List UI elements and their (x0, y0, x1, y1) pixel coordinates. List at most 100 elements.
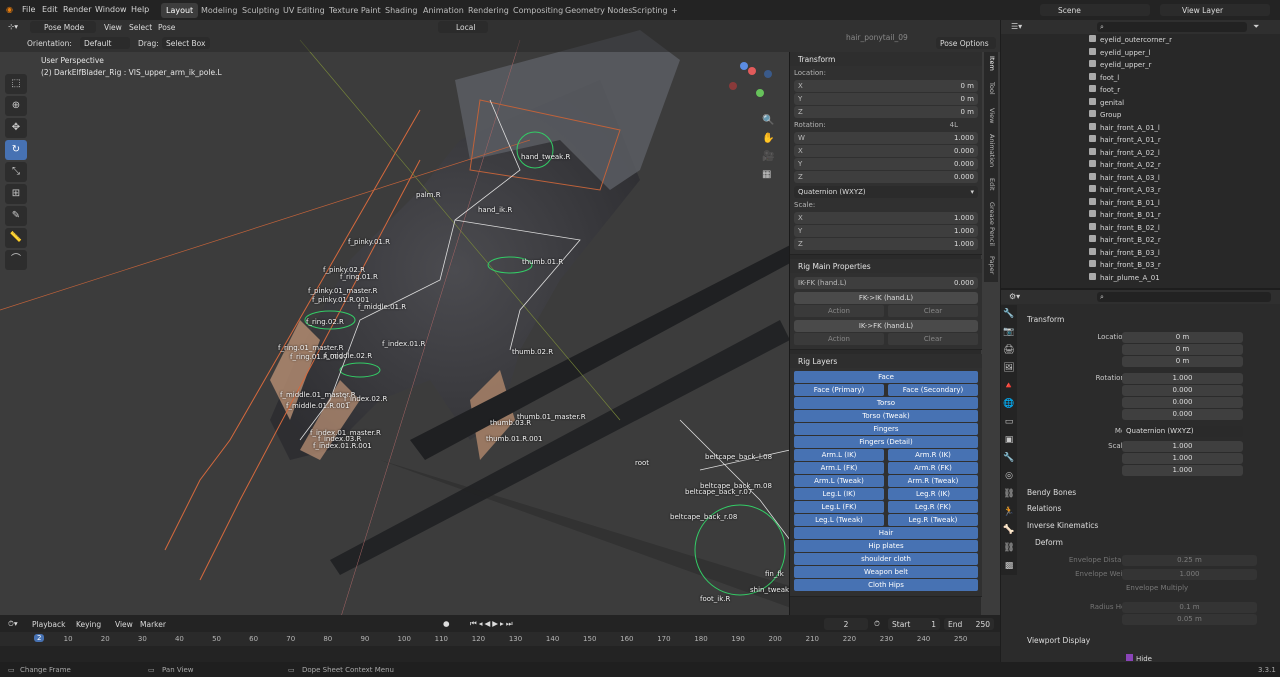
properties-search-input[interactable]: ⌕ (1097, 292, 1271, 302)
props-rotation-x[interactable]: X0.000 (1001, 385, 1280, 396)
physics-properties-icon[interactable]: ◎ (1002, 471, 1016, 485)
layer-hip-plates-button[interactable]: Hip plates (794, 540, 978, 552)
grid-icon[interactable]: ▦ (762, 166, 774, 184)
pose-tool-icon[interactable]: ⌒ (5, 250, 27, 270)
bone-label[interactable]: f_index.01.R.001 (313, 442, 372, 450)
outliner-item[interactable]: Group (1089, 110, 1121, 119)
drag-dropdown[interactable]: Select Box (162, 37, 210, 49)
rig-main-header[interactable]: Rig Main Properties (790, 259, 982, 273)
props-tail[interactable]: Tail0.05 m (1001, 614, 1280, 625)
pose-options-dropdown[interactable]: Pose Options (936, 37, 996, 49)
layer-torso-tweak-button[interactable]: Torso (Tweak) (794, 410, 978, 422)
scene-properties-icon[interactable]: 🔺 (1002, 381, 1016, 395)
layer-leg-r-ik-button[interactable]: Leg.R (IK) (888, 488, 978, 500)
armature-data-icon[interactable]: 🏃 (1002, 507, 1016, 521)
tab-layout[interactable]: Layout (161, 3, 199, 18)
props-scale-y[interactable]: Y1.000 (1001, 453, 1280, 464)
playback-controls[interactable]: ⏮◂◀▶▸⏭ (470, 619, 515, 629)
rot-z-field[interactable]: Z 0.000 (794, 171, 978, 183)
bone-label[interactable]: beltcape_back_r.07 (685, 488, 752, 496)
blender-logo-icon[interactable]: ◉ (6, 5, 13, 14)
outliner-item[interactable]: hair_front_A_02_l (1089, 147, 1160, 157)
tab-view[interactable]: View (986, 108, 996, 123)
transform-orientation-dropdown[interactable]: Local (438, 21, 488, 33)
bone-properties-icon[interactable]: 🦴 (1002, 525, 1016, 539)
add-workspace-button[interactable]: + (666, 3, 683, 18)
scale-tool-icon[interactable]: ⤡ (5, 162, 27, 182)
props-ik-header[interactable]: Inverse Kinematics (1027, 521, 1098, 530)
clock-icon[interactable]: ⏱ (874, 619, 880, 629)
envelope-multiply-checkbox[interactable]: Envelope Multiply (1126, 584, 1188, 592)
layer-fingers-button[interactable]: Fingers (794, 423, 978, 435)
layer-arm-l-fk-button[interactable]: Arm.L (FK) (794, 462, 884, 474)
measure-tool-icon[interactable]: 📏 (5, 228, 27, 248)
ikfk-slider[interactable]: IK-FK (hand.L) 0.000 (794, 277, 978, 289)
scale-x-field[interactable]: X 1.000 (794, 212, 978, 224)
outliner-item[interactable]: eyelid_upper_r (1089, 60, 1151, 69)
bone-label[interactable]: foot_ik.R (700, 595, 730, 603)
outliner-item[interactable]: hair_plume_A_01 (1089, 272, 1160, 282)
menu-window[interactable]: Window (95, 5, 127, 14)
clear-button[interactable]: Clear (888, 333, 978, 345)
layer-weapon-belt-button[interactable]: Weapon belt (794, 566, 978, 578)
modifier-properties-icon[interactable]: 🔧 (1002, 453, 1016, 467)
scale-y-field[interactable]: Y 1.000 (794, 225, 978, 237)
layer-fingers-detail-button[interactable]: Fingers (Detail) (794, 436, 978, 448)
props-scale-z[interactable]: Z1.000 (1001, 465, 1280, 476)
props-relations-header[interactable]: Relations (1027, 504, 1061, 513)
layer-face-primary-button[interactable]: Face (Primary) (794, 384, 884, 396)
props-location-z[interactable]: Z0 m (1001, 356, 1280, 367)
tab-edit[interactable]: Edit (986, 178, 996, 191)
editor-type-icon[interactable]: ⊹▾ (8, 22, 18, 31)
outliner-item[interactable]: hair_front_B_03_l (1089, 247, 1160, 257)
properties-editor-icon[interactable]: ⚙▾ (1009, 292, 1020, 301)
bone-label[interactable]: hand_tweak.R (521, 153, 570, 161)
bone-label[interactable]: shin_tweak (750, 586, 789, 594)
end-frame-field[interactable]: End 250 (944, 618, 994, 630)
menu-file[interactable]: File (22, 5, 35, 14)
select-tool-icon[interactable]: ⬚ (5, 74, 27, 94)
scale-z-field[interactable]: Z 1.000 (794, 238, 978, 250)
bone-label[interactable]: root (635, 459, 649, 467)
props-deform-header[interactable]: Deform (1035, 538, 1063, 547)
view-layer-icon[interactable]: 🖼 (1002, 363, 1016, 377)
outliner-item[interactable]: foot_l (1089, 72, 1119, 82)
rig-layers-header[interactable]: Rig Layers (790, 354, 982, 368)
camera-icon[interactable]: 🎥 (762, 148, 774, 166)
props-rotation-z[interactable]: Z0.000 (1001, 409, 1280, 420)
props-envelope-weight[interactable]: Envelope Weight 1.000 (1001, 569, 1280, 580)
bone-label[interactable]: fin_fk (765, 570, 784, 578)
layer-leg-l-fk-button[interactable]: Leg.L (FK) (794, 501, 884, 513)
action-button[interactable]: Action (794, 333, 884, 345)
props-bendy-bones-header[interactable]: Bendy Bones (1027, 488, 1076, 497)
tab-item[interactable]: Item (986, 56, 996, 71)
current-frame-field[interactable]: 2 (824, 618, 868, 630)
bone-label[interactable]: f_ring.01.R (340, 273, 378, 281)
view-layer-selector[interactable]: View Layer (1160, 4, 1270, 16)
layer-leg-r-fk-button[interactable]: Leg.R (FK) (888, 501, 978, 513)
layer-leg-l-ik-button[interactable]: Leg.L (IK) (794, 488, 884, 500)
props-viewport-display-header[interactable]: Viewport Display (1027, 636, 1090, 645)
bone-constraint-icon[interactable]: ⛓ (1002, 543, 1016, 557)
start-frame-field[interactable]: Start 1 (888, 618, 940, 630)
bone-label[interactable]: f_middle.02.R (324, 352, 372, 360)
orientation-dropdown[interactable]: Default (80, 37, 130, 49)
bone-label[interactable]: f_ring.01_master.R (278, 344, 343, 352)
outliner-item[interactable]: genital (1089, 97, 1124, 107)
loc-x-field[interactable]: X 0 m (794, 80, 978, 92)
layer-face-secondary-button[interactable]: Face (Secondary) (888, 384, 978, 396)
bone-label[interactable]: thumb.03.R (490, 419, 531, 427)
menu-help[interactable]: Help (131, 5, 149, 14)
outliner-item[interactable]: hair_front_A_02_r (1089, 160, 1161, 169)
bone-label[interactable]: f_ring.02.R (306, 318, 344, 326)
bone-label[interactable]: palm.R (416, 191, 441, 199)
outliner-item[interactable]: hair_front_B_02_r (1089, 235, 1161, 244)
bone-label[interactable]: f_middle.01.R.001 (286, 402, 349, 410)
outliner-item[interactable]: foot_r (1089, 85, 1120, 94)
tab-paper[interactable]: Paper (986, 256, 996, 274)
action-button[interactable]: Action (794, 305, 884, 317)
layer-leg-r-tweak-button[interactable]: Leg.R (Tweak) (888, 514, 978, 526)
rot-y-field[interactable]: Y 0.000 (794, 158, 978, 170)
tab-tool[interactable]: Tool (986, 82, 996, 95)
props-location-x[interactable]: Location X0 m (1001, 332, 1280, 343)
